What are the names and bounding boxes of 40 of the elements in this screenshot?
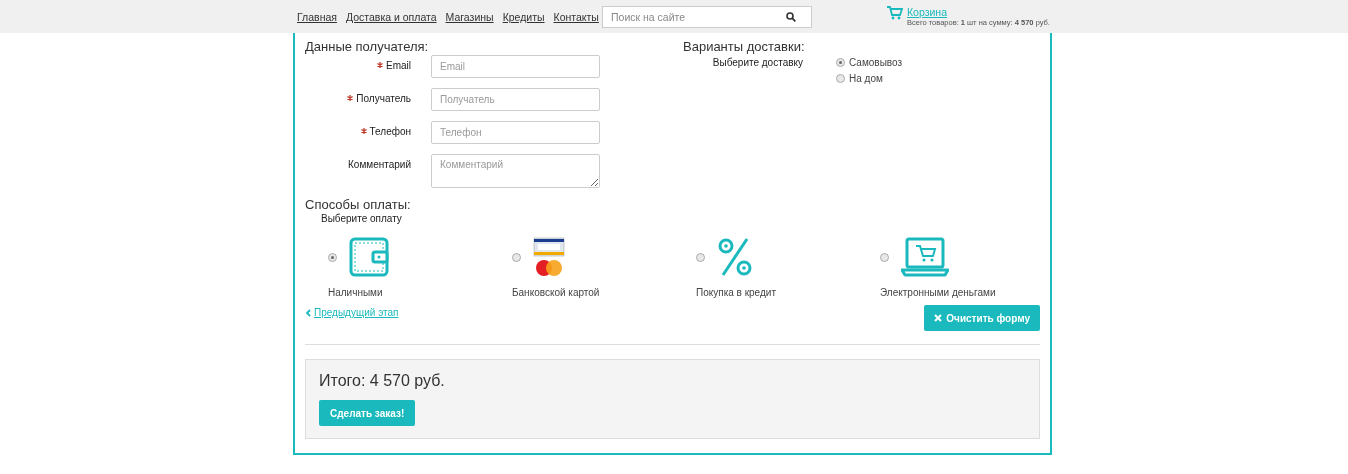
- input-field[interactable]: Email: [431, 55, 600, 78]
- field-label: Выберите доставку: [711, 57, 803, 70]
- option-label[interactable]: На дом: [849, 73, 883, 84]
- section-title: Варианты доставки:: [683, 39, 806, 54]
- nav-link[interactable]: Магазины: [445, 10, 494, 23]
- chevron-left-icon: [305, 308, 311, 317]
- input-field[interactable]: Телефон: [431, 121, 600, 144]
- percent-icon: [717, 237, 753, 277]
- comment-field[interactable]: Комментарий: [431, 154, 600, 188]
- nav-link[interactable]: Доставка и оплата: [345, 10, 437, 23]
- radio-button[interactable]: [836, 74, 845, 83]
- radio-button[interactable]: [880, 252, 889, 262]
- nav-link[interactable]: Контакты: [553, 10, 599, 23]
- option-label[interactable]: Самовывоз: [849, 57, 903, 68]
- radio-button[interactable]: [836, 58, 845, 67]
- nav-link[interactable]: Кредиты: [502, 10, 545, 23]
- close-icon: [934, 314, 943, 322]
- option-label[interactable]: Банковской картой: [512, 287, 600, 298]
- nav-link[interactable]: Главная: [297, 10, 337, 23]
- section-title: Способы оплаты:: [305, 197, 412, 212]
- cart-icon[interactable]: [887, 6, 903, 20]
- search-icon[interactable]: [786, 11, 796, 22]
- wallet-icon: [349, 237, 389, 277]
- radio-button[interactable]: [696, 252, 705, 262]
- radio-button[interactable]: [328, 252, 337, 262]
- field-label: Комментарий: [348, 159, 411, 170]
- laptop-cart-icon: [901, 237, 949, 277]
- field-label: Выберите оплату: [321, 213, 403, 224]
- field-label: Получатель: [356, 93, 411, 104]
- option-label[interactable]: Наличными: [328, 287, 383, 298]
- order-total: Итого: 4 570 руб.: [319, 372, 446, 390]
- option-label[interactable]: Электронными деньгами: [880, 287, 996, 298]
- input-field[interactable]: Получатель: [431, 88, 600, 111]
- field-label: Email: [386, 60, 411, 71]
- payment-cards-icon: [533, 237, 565, 277]
- search-field[interactable]: Поиск на сайте: [602, 5, 812, 28]
- field-label: Телефон: [369, 126, 411, 137]
- option-label[interactable]: Покупка в кредит: [696, 287, 776, 298]
- radio-button[interactable]: [512, 252, 521, 262]
- section-title: Данные получателя:: [305, 39, 430, 54]
